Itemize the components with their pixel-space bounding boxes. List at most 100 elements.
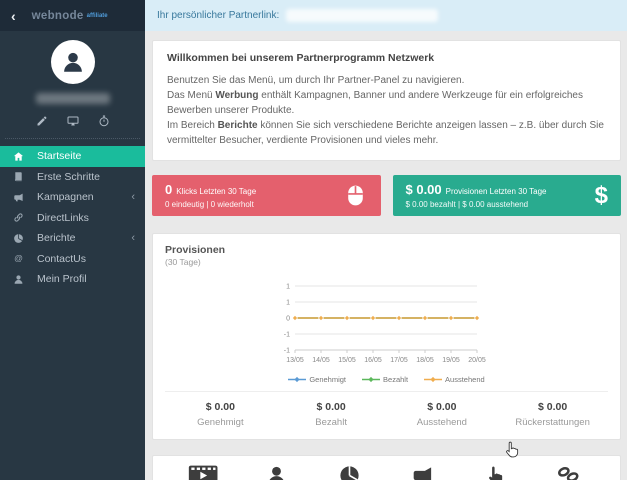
summary-label: Rückerstattungen bbox=[515, 417, 590, 428]
svg-text:16/05: 16/05 bbox=[364, 357, 382, 364]
clicks-value: 0 bbox=[165, 182, 173, 197]
legend-item-genehmigt: Genehmigt bbox=[288, 375, 346, 384]
pie-chart-icon bbox=[13, 233, 27, 244]
megaphone-icon bbox=[386, 464, 459, 480]
summary-item-bezahlt: $ 0.00 Bezahlt bbox=[276, 401, 387, 428]
hand-click-icon bbox=[459, 464, 532, 480]
summary-item-r-ckerstattungen: $ 0.00 Rückerstattungen bbox=[497, 401, 608, 428]
shortcuts-card: Affiliate panel tutorial videoMein Profi… bbox=[152, 455, 621, 480]
svg-text:1: 1 bbox=[286, 284, 290, 291]
brand-logo: webnode bbox=[31, 9, 84, 22]
book-icon bbox=[13, 171, 27, 182]
at-icon: @ bbox=[13, 253, 27, 264]
legend-item-bezahlt: Bezahlt bbox=[362, 375, 408, 384]
summary-value: $ 0.00 bbox=[205, 401, 235, 413]
svg-text:14/05: 14/05 bbox=[312, 357, 330, 364]
shortcut-kampagnen[interactable]: Kampagnen bbox=[386, 464, 459, 480]
sidebar-item-contactus[interactable]: @ ContactUs bbox=[0, 249, 145, 270]
sidebar-menu: Startseite Erste Schritte Kampagnen ‹ Direct… bbox=[0, 146, 145, 290]
shortcut-mein-profil[interactable]: Mein Profil bbox=[240, 464, 313, 480]
shortcut-berichte[interactable]: Berichte bbox=[313, 464, 386, 480]
megaphone-icon bbox=[13, 192, 27, 203]
svg-text:15/05: 15/05 bbox=[338, 357, 356, 364]
brand-logo-suffix: affiliate bbox=[86, 12, 108, 19]
dollar-icon: $ bbox=[594, 181, 608, 209]
menu-item-label: Mein Profil bbox=[37, 273, 87, 286]
clicks-stat-card: 0 Klicks Letzten 30 Tage 0 eindeutig | 0… bbox=[152, 175, 381, 216]
summary-item-genehmigt: $ 0.00 Genehmigt bbox=[165, 401, 276, 428]
monitor-icon[interactable] bbox=[67, 115, 79, 127]
profile-tools bbox=[0, 115, 145, 127]
svg-text:17/05: 17/05 bbox=[390, 357, 408, 364]
svg-text:19/05: 19/05 bbox=[442, 357, 460, 364]
partner-link-label: Ihr persönlicher Partnerlink: bbox=[157, 10, 280, 21]
sidebar: ‹ webnode affiliate Startseite Erste Schr… bbox=[0, 0, 145, 480]
commissions-sub: $ 0.00 bezahlt | $ 0.00 ausstehend bbox=[405, 200, 529, 209]
svg-text:0: 0 bbox=[286, 316, 290, 323]
user-icon bbox=[240, 464, 313, 480]
sidebar-item-erste-schritte[interactable]: Erste Schritte bbox=[0, 167, 145, 188]
edit-icon[interactable] bbox=[36, 115, 48, 127]
mouse-icon bbox=[343, 183, 368, 208]
chevron-collapsed-icon: ‹ bbox=[131, 190, 135, 203]
svg-text:-1: -1 bbox=[283, 332, 289, 339]
welcome-line-2: Das Menü Werbung enthält Kampagnen, Bann… bbox=[167, 90, 583, 116]
svg-text:18/05: 18/05 bbox=[416, 357, 434, 364]
back-chevron-icon[interactable]: ‹ bbox=[11, 9, 16, 23]
shortcut-directlinks[interactable]: DirectLinks bbox=[532, 464, 605, 480]
sidebar-item-kampagnen[interactable]: Kampagnen ‹ bbox=[0, 187, 145, 208]
sidebar-item-directlinks[interactable]: DirectLinks bbox=[0, 208, 145, 229]
profile-section bbox=[0, 31, 145, 139]
shortcut-banner-links[interactable]: Banner & Links bbox=[459, 464, 532, 480]
summary-value: $ 0.00 bbox=[316, 401, 346, 413]
chart-legend: Genehmigt Bezahlt Ausstehend bbox=[269, 375, 505, 384]
chart-area: 1 1 0 -1 -1 13/05 14/05 15/05 16/05 17/05 18/05 19/… bbox=[269, 281, 505, 385]
shortcut-affiliate-panel-tutorial-video[interactable]: Affiliate panel tutorial video bbox=[167, 464, 240, 480]
welcome-card: Willkommen bei unserem Partnerprogramm N… bbox=[152, 40, 621, 161]
timer-icon[interactable] bbox=[98, 115, 110, 127]
affiliate-dashboard: ‹ webnode affiliate Startseite Erste Schr… bbox=[0, 0, 627, 480]
menu-item-label: DirectLinks bbox=[37, 211, 89, 224]
avatar bbox=[50, 40, 95, 84]
sidebar-item-mein-profil[interactable]: Mein Profil bbox=[0, 269, 145, 290]
summary-item-ausstehend: $ 0.00 Ausstehend bbox=[387, 401, 498, 428]
pie-chart-icon bbox=[313, 464, 386, 480]
clicks-sub: 0 eindeutig | 0 wiederholt bbox=[165, 200, 254, 209]
username-blurred bbox=[35, 93, 110, 104]
chart-title: Provisionen bbox=[165, 244, 226, 256]
menu-item-label: Kampagnen bbox=[37, 191, 94, 204]
link-icon bbox=[13, 212, 27, 223]
sidebar-divider bbox=[5, 138, 140, 139]
sidebar-header: ‹ webnode affiliate bbox=[0, 0, 145, 31]
chevron-collapsed-icon: ‹ bbox=[131, 231, 135, 244]
svg-text:20/05: 20/05 bbox=[468, 357, 486, 364]
commissions-label: Provisionen Letzten 30 Tage bbox=[445, 187, 547, 196]
main-content: Willkommen bei unserem Partnerprogramm N… bbox=[145, 31, 627, 480]
chart-subtitle: (30 Tage) bbox=[165, 257, 201, 267]
stat-cards-row: 0 Klicks Letzten 30 Tage 0 eindeutig | 0… bbox=[152, 175, 621, 216]
menu-item-label: Startseite bbox=[37, 150, 82, 163]
welcome-line-3: Im Bereich Berichte können Sie sich vers… bbox=[167, 120, 604, 146]
commissions-value: $ 0.00 bbox=[405, 182, 442, 197]
video-icon bbox=[167, 464, 240, 480]
welcome-title: Willkommen bei unserem Partnerprogramm N… bbox=[167, 52, 435, 64]
partner-link-value-blurred[interactable] bbox=[286, 9, 439, 22]
svg-text:1: 1 bbox=[286, 300, 290, 307]
home-icon bbox=[13, 151, 27, 162]
user-icon bbox=[63, 52, 82, 72]
provisions-card: Provisionen (30 Tage) 1 1 0 -1 -1 13/05 14/05 1… bbox=[152, 233, 621, 440]
clicks-label: Klicks Letzten 30 Tage bbox=[176, 187, 257, 196]
svg-text:-1: -1 bbox=[283, 348, 289, 355]
topbar: Ihr persönlicher Partnerlink: bbox=[145, 0, 627, 31]
sidebar-item-startseite[interactable]: Startseite bbox=[0, 146, 145, 167]
legend-item-ausstehend: Ausstehend bbox=[424, 375, 485, 384]
summary-label: Bezahlt bbox=[315, 417, 347, 428]
sidebar-item-berichte[interactable]: Berichte ‹ bbox=[0, 228, 145, 249]
svg-text:@: @ bbox=[14, 253, 23, 263]
menu-item-label: Berichte bbox=[37, 232, 76, 245]
svg-text:13/05: 13/05 bbox=[286, 357, 304, 364]
menu-item-label: Erste Schritte bbox=[37, 170, 101, 183]
summary-label: Genehmigt bbox=[197, 417, 244, 428]
provisions-chart: 1 1 0 -1 -1 13/05 14/05 15/05 16/05 17/05 18/05 19/… bbox=[269, 281, 505, 374]
menu-item-label: ContactUs bbox=[37, 252, 87, 265]
